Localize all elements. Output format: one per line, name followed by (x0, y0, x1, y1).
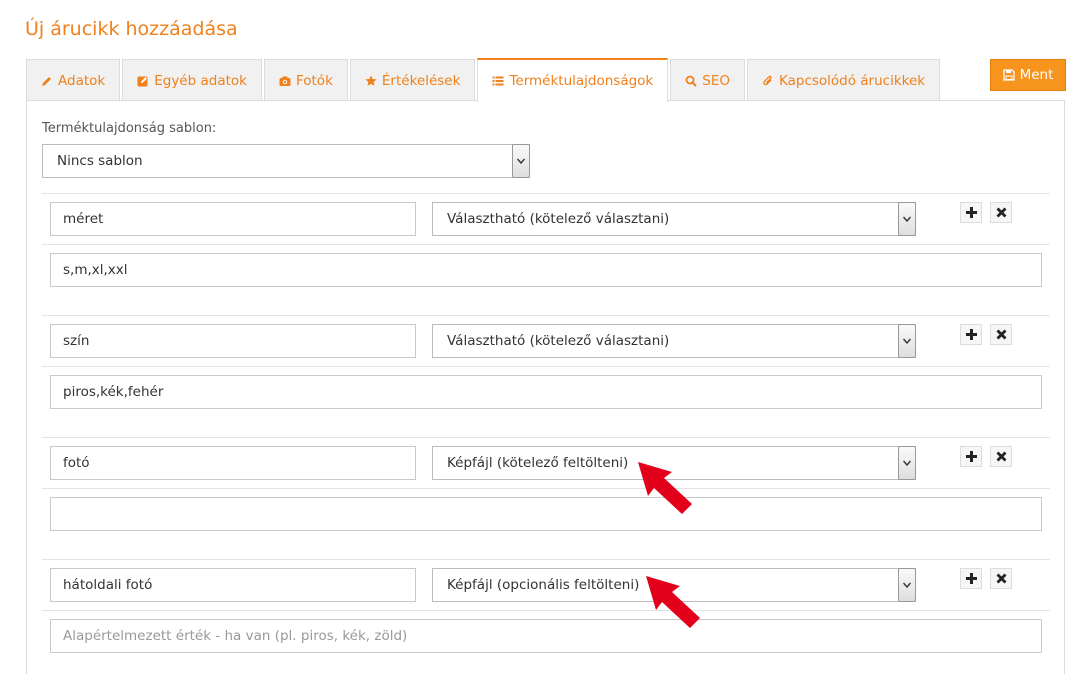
tab-bar: Adatok Egyéb adatok Fotók Értékelések Te… (26, 58, 942, 102)
remove-property-button[interactable] (990, 324, 1012, 345)
template-select[interactable]: Nincs sablon (42, 144, 530, 178)
remove-property-button[interactable] (990, 568, 1012, 589)
add-property-button[interactable] (960, 568, 982, 589)
divider (42, 559, 1050, 560)
tab-label: Kapcsolódó árucikkek (778, 72, 926, 89)
property-values-input[interactable]: piros,kék,fehér (50, 375, 1042, 409)
property-name-input[interactable]: méret (50, 202, 416, 236)
tab-label: SEO (702, 72, 730, 89)
property-values-input[interactable] (50, 497, 1042, 531)
divider (42, 244, 1050, 245)
paperclip-icon (763, 75, 772, 85)
tab-kapcsolodo-arucikkek[interactable]: Kapcsolódó árucikkek (746, 59, 941, 101)
tab-label: Adatok (58, 72, 106, 89)
divider (42, 437, 1050, 438)
tab-label: Egyéb adatok (154, 72, 247, 89)
property-type-value: Képfájl (kötelező feltölteni) (447, 455, 629, 471)
template-label: Terméktulajdonság sablon: (42, 121, 217, 136)
tab-seo[interactable]: SEO (670, 59, 745, 101)
tab-adatok[interactable]: Adatok (26, 59, 121, 101)
page-title: Új árucikk hozzáadása (25, 18, 238, 40)
pencil-icon (42, 76, 51, 86)
property-type-value: Választható (kötelező választani) (447, 211, 670, 227)
save-button[interactable]: Ment (990, 59, 1066, 91)
template-select-value: Nincs sablon (57, 153, 143, 169)
add-property-button[interactable] (960, 446, 982, 467)
list-icon (492, 76, 504, 86)
plus-icon (965, 451, 977, 462)
plus-icon (965, 329, 977, 340)
divider (42, 610, 1050, 611)
chevron-down-icon (898, 324, 916, 358)
divider (42, 193, 1050, 194)
property-type-select[interactable]: Választható (kötelező választani) (432, 202, 916, 236)
tab-fotok[interactable]: Fotók (263, 59, 348, 101)
chevron-down-icon (898, 568, 916, 602)
add-property-button[interactable] (960, 202, 982, 223)
chevron-down-icon (512, 144, 530, 178)
divider (42, 366, 1050, 367)
search-icon (685, 75, 697, 87)
tab-termektulajdonsagok[interactable]: Terméktulajdonságok (477, 58, 669, 102)
property-type-value: Képfájl (opcionális feltölteni) (447, 577, 640, 593)
close-icon (996, 451, 1006, 462)
plus-icon (965, 207, 977, 218)
close-icon (996, 573, 1006, 584)
divider (42, 488, 1050, 489)
tab-label: Értékelések (381, 72, 461, 89)
plus-icon (965, 573, 977, 584)
tab-ertekelesek[interactable]: Értékelések (349, 59, 476, 101)
close-icon (996, 207, 1006, 218)
camera-icon (279, 76, 291, 86)
chevron-down-icon (898, 202, 916, 236)
divider (42, 315, 1050, 316)
property-type-value: Választható (kötelező választani) (447, 333, 670, 349)
tab-label: Terméktulajdonságok (509, 73, 654, 89)
tab-egyeb-adatok[interactable]: Egyéb adatok (122, 59, 262, 101)
remove-property-button[interactable] (990, 446, 1012, 467)
save-button-label: Ment (1019, 67, 1054, 83)
annotation-arrow-icon (638, 462, 692, 514)
edit-icon (137, 76, 148, 86)
add-property-button[interactable] (960, 324, 982, 345)
star-icon (365, 75, 377, 86)
chevron-down-icon (898, 446, 916, 480)
property-name-input[interactable]: szín (50, 324, 416, 358)
tab-label: Fotók (295, 72, 333, 89)
property-type-select[interactable]: Választható (kötelező választani) (432, 324, 916, 358)
annotation-arrow-icon (646, 576, 700, 628)
floppy-disk-icon (1002, 69, 1015, 81)
remove-property-button[interactable] (990, 202, 1012, 223)
property-values-input[interactable]: s,m,xl,xxl (50, 253, 1042, 287)
property-name-input[interactable]: fotó (50, 446, 416, 480)
property-values-input[interactable]: Alapértelmezett érték - ha van (pl. piro… (50, 619, 1042, 653)
close-icon (996, 329, 1006, 340)
property-name-input[interactable]: hátoldali fotó (50, 568, 416, 602)
